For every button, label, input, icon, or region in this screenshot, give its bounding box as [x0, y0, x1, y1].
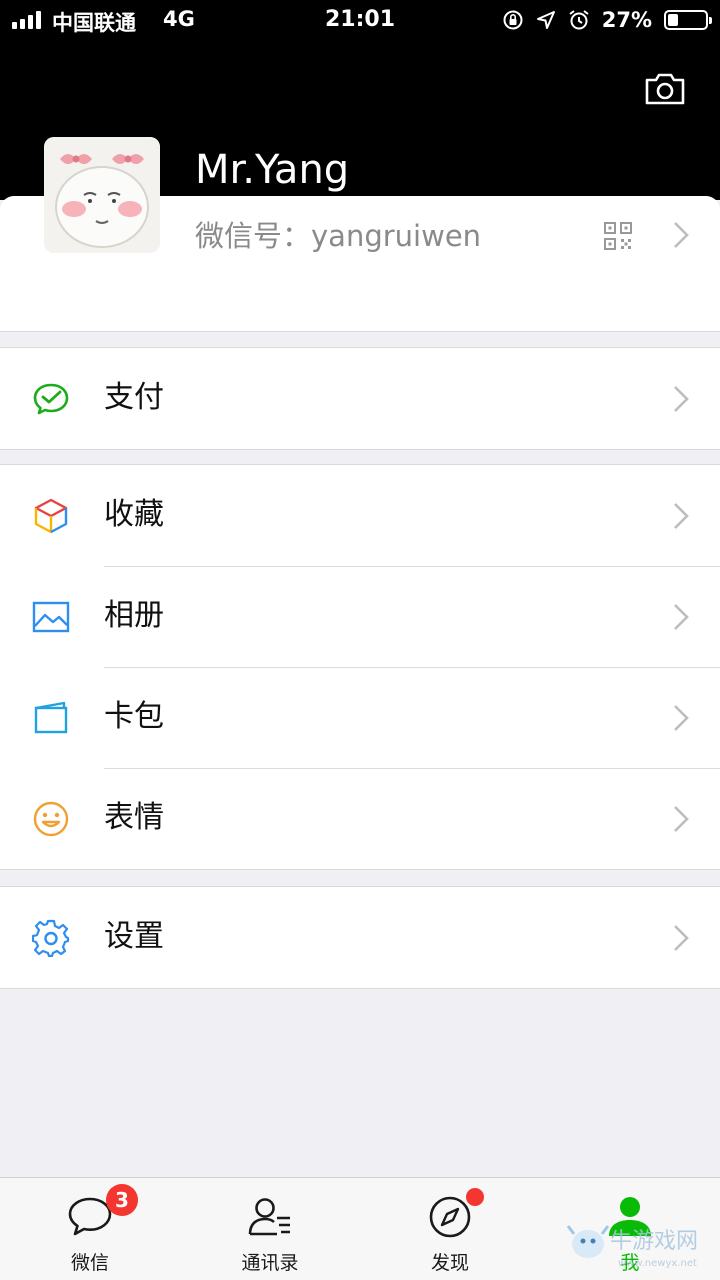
chevron-right-icon	[674, 386, 689, 412]
new-content-dot	[466, 1188, 484, 1206]
qr-code-icon[interactable]	[604, 222, 632, 250]
me-screen: 中国联通 4G 21:01 27% Mr.Yang 微信号：yangruiwen…	[0, 0, 720, 1280]
tab-me[interactable]: 我	[540, 1178, 720, 1280]
battery-level	[668, 14, 678, 26]
tab-chats-label: 微信	[70, 1252, 109, 1274]
location-icon	[536, 11, 555, 29]
tab-me-label: 我	[620, 1252, 640, 1274]
wechat-id-label: 微信号：	[195, 219, 312, 253]
battery-percent: 27%	[601, 8, 652, 32]
chevron-right-icon	[674, 806, 689, 832]
cube-icon	[34, 498, 68, 534]
chevron-right-icon	[674, 705, 689, 731]
menu-item-album[interactable]: 相册	[0, 566, 720, 667]
menu-item-cards[interactable]: 卡包	[0, 667, 720, 768]
avatar-image	[44, 137, 160, 253]
menu-item-cards-label: 卡包	[104, 699, 164, 734]
wechat-id-value: yangruiwen	[311, 219, 482, 253]
menu-item-favorites[interactable]: 收藏	[0, 465, 720, 566]
gear-icon	[32, 919, 70, 957]
camera-icon[interactable]	[644, 72, 686, 106]
menu-item-settings-label: 设置	[104, 919, 164, 954]
tab-chats[interactable]: 3 微信	[0, 1178, 180, 1280]
status-bar: 中国联通 4G 21:01 27%	[0, 0, 720, 40]
chevron-right-icon	[674, 925, 689, 951]
menu-group-settings: 设置	[0, 886, 720, 989]
unread-badge: 3	[106, 1184, 138, 1216]
wechat-id-row: 微信号：yangruiwen	[195, 216, 481, 256]
menu-group-main: 收藏 相册 卡包 表情	[0, 464, 720, 870]
status-icons: 27%	[502, 6, 712, 34]
menu-group-pay: 支付	[0, 347, 720, 450]
menu-item-favorites-label: 收藏	[104, 497, 164, 532]
menu-item-stickers[interactable]: 表情	[0, 768, 720, 869]
menu-item-pay-label: 支付	[104, 380, 164, 415]
profile-name[interactable]: Mr.Yang	[195, 146, 349, 194]
contacts-icon	[248, 1198, 290, 1236]
smile-icon	[33, 801, 69, 837]
chevron-right-icon	[674, 222, 689, 248]
menu-item-stickers-label: 表情	[104, 800, 164, 835]
album-icon	[32, 601, 70, 633]
card-wallet-icon	[34, 701, 68, 734]
tab-contacts[interactable]: 通讯录	[180, 1178, 360, 1280]
chevron-right-icon	[674, 503, 689, 529]
person-icon	[609, 1197, 651, 1236]
tab-discover[interactable]: 发现	[360, 1178, 540, 1280]
avatar[interactable]	[44, 137, 160, 253]
tab-contacts-label: 通讯录	[241, 1252, 299, 1274]
menu-item-settings[interactable]: 设置	[0, 887, 720, 988]
chevron-right-icon	[674, 604, 689, 630]
battery-icon	[664, 10, 712, 30]
tab-bar: 3 微信 通讯录 发现 我	[0, 1177, 720, 1280]
menu-item-pay[interactable]: 支付	[0, 348, 720, 449]
wechat-pay-icon	[33, 383, 69, 415]
tab-discover-label: 发现	[430, 1252, 469, 1274]
orientation-lock-icon	[503, 10, 523, 30]
alarm-icon	[569, 10, 589, 30]
menu-item-album-label: 相册	[104, 598, 164, 633]
